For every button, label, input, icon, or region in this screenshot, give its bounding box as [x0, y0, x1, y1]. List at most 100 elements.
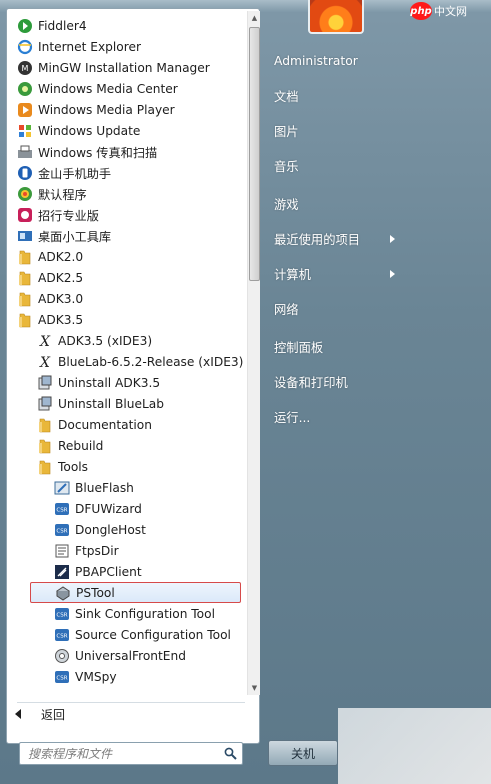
program-label: Sink Configuration Tool: [75, 606, 215, 621]
program-label: ADK2.0: [38, 249, 84, 264]
watermark-overlay: [338, 708, 491, 784]
program-item[interactable]: PBAPClient: [9, 561, 243, 582]
program-item[interactable]: Uninstall BlueLab: [9, 393, 243, 414]
programs-pane: Fiddler4 Internet Explorer M MinGW Installa…: [6, 8, 260, 744]
program-label: BlueLab-6.5.2-Release (xIDE3): [58, 354, 244, 369]
program-label: PBAPClient: [75, 564, 142, 579]
program-item[interactable]: 桌面小工具库: [9, 225, 243, 246]
folder-icon: [17, 270, 33, 286]
xide-icon: X: [37, 354, 53, 371]
program-label: Rebuild: [58, 438, 104, 453]
program-item[interactable]: 金山手机助手: [9, 162, 243, 183]
folder-open-icon: [17, 312, 33, 328]
ie-icon: [17, 39, 33, 55]
phone-assistant-icon: [17, 165, 33, 181]
programs-scrollbar[interactable]: ▲ ▼: [247, 11, 260, 695]
program-item[interactable]: Fiddler4: [9, 15, 243, 36]
right-menu-item[interactable]: 游戏: [274, 193, 299, 215]
program-item[interactable]: CSR DFUWizard: [9, 498, 243, 519]
program-label: Uninstall BlueLab: [58, 396, 164, 411]
svg-text:M: M: [22, 64, 29, 73]
program-label: Uninstall ADK3.5: [58, 375, 161, 390]
xide-icon: X: [37, 333, 53, 350]
php-badge: php: [410, 2, 432, 20]
shutdown-button[interactable]: 关机: [268, 740, 338, 766]
program-label: 桌面小工具库: [38, 229, 112, 244]
program-item[interactable]: ADK3.0: [9, 288, 243, 309]
program-item[interactable]: Documentation: [9, 414, 243, 435]
scroll-thumb[interactable]: [249, 27, 260, 281]
svg-text:CSR: CSR: [56, 675, 67, 681]
program-item[interactable]: 招行专业版: [9, 204, 243, 225]
right-menu-item[interactable]: 图片: [274, 120, 299, 142]
program-label: MinGW Installation Manager: [38, 60, 210, 75]
program-item[interactable]: PSTool: [30, 582, 241, 603]
folder-open-icon: [37, 459, 53, 475]
program-item[interactable]: Windows Media Center: [9, 78, 243, 99]
submenu-arrow-icon: [390, 235, 395, 243]
folder-icon: [17, 291, 33, 307]
program-item[interactable]: CSR VMSpy: [9, 666, 243, 687]
program-item[interactable]: CSR Source Configuration Tool: [9, 624, 243, 645]
watermark-logo: php 中文网: [410, 0, 491, 22]
program-label: Windows 传真和扫描: [38, 145, 158, 160]
program-label: UniversalFrontEnd: [75, 648, 186, 663]
media-player-icon: [17, 102, 33, 118]
program-item[interactable]: ADK3.5: [9, 309, 243, 330]
program-item[interactable]: CSR DongleHost: [9, 519, 243, 540]
search-placeholder: 搜索程序和文件: [28, 747, 113, 761]
right-menu-item[interactable]: 网络: [274, 298, 299, 320]
right-menu-item[interactable]: 文档: [274, 85, 299, 107]
right-menu-item[interactable]: 设备和打印机: [274, 371, 348, 393]
right-menu-item[interactable]: 最近使用的项目: [274, 228, 360, 250]
right-menu-item[interactable]: 音乐: [274, 155, 299, 177]
program-label: DFUWizard: [75, 501, 142, 516]
program-item[interactable]: FtpsDir: [9, 540, 243, 561]
program-label: Windows Media Player: [38, 102, 175, 117]
program-item[interactable]: UniversalFrontEnd: [9, 645, 243, 666]
scroll-down-arrow-icon[interactable]: ▼: [248, 681, 261, 695]
program-label: Internet Explorer: [38, 39, 142, 54]
program-item[interactable]: Tools: [9, 456, 243, 477]
right-menu-item[interactable]: 计算机: [274, 263, 311, 285]
program-item[interactable]: ADK2.5: [9, 267, 243, 288]
all-programs-list: Fiddler4 Internet Explorer M MinGW Installa…: [7, 9, 245, 695]
program-item[interactable]: CSR Sink Configuration Tool: [9, 603, 243, 624]
program-item[interactable]: BlueFlash: [9, 477, 243, 498]
program-item[interactable]: Uninstall ADK3.5: [9, 372, 243, 393]
windows-update-icon: [17, 123, 33, 139]
pstool-icon: [55, 585, 71, 601]
csr-icon: CSR: [54, 669, 70, 685]
program-item[interactable]: Windows Media Player: [9, 99, 243, 120]
folder-icon: [37, 438, 53, 454]
program-label: BlueFlash: [75, 480, 134, 495]
program-item[interactable]: Internet Explorer: [9, 36, 243, 57]
shutdown-label: 关机: [290, 746, 315, 761]
right-menu-item[interactable]: 控制面板: [274, 336, 323, 358]
program-item[interactable]: Windows Update: [9, 120, 243, 141]
program-item[interactable]: X ADK3.5 (xIDE3): [9, 330, 243, 351]
program-label: Fiddler4: [38, 18, 87, 33]
right-menu-item[interactable]: 运行...: [274, 406, 310, 428]
program-label: DongleHost: [75, 522, 146, 537]
program-item[interactable]: 默认程序: [9, 183, 243, 204]
uninstall-icon: [37, 375, 53, 391]
right-menu-item[interactable]: Administrator: [274, 50, 358, 72]
user-avatar[interactable]: [308, 0, 364, 34]
scroll-up-arrow-icon[interactable]: ▲: [248, 11, 261, 25]
search-icon[interactable]: [224, 747, 237, 760]
folder-icon: [17, 249, 33, 265]
search-input[interactable]: 搜索程序和文件: [19, 742, 243, 765]
program-label: VMSpy: [75, 669, 117, 684]
program-item[interactable]: M MinGW Installation Manager: [9, 57, 243, 78]
program-item[interactable]: Windows 传真和扫描: [9, 141, 243, 162]
back-button[interactable]: 返回: [10, 703, 240, 725]
program-item[interactable]: ADK2.0: [9, 246, 243, 267]
program-item[interactable]: X BlueLab-6.5.2-Release (xIDE3): [9, 351, 243, 372]
svg-text:X: X: [39, 334, 51, 349]
program-label: ADK3.5 (xIDE3): [58, 333, 153, 348]
fiddler-icon: [17, 18, 33, 34]
csr-icon: CSR: [54, 522, 70, 538]
fax-scan-icon: [17, 144, 33, 160]
program-item[interactable]: Rebuild: [9, 435, 243, 456]
